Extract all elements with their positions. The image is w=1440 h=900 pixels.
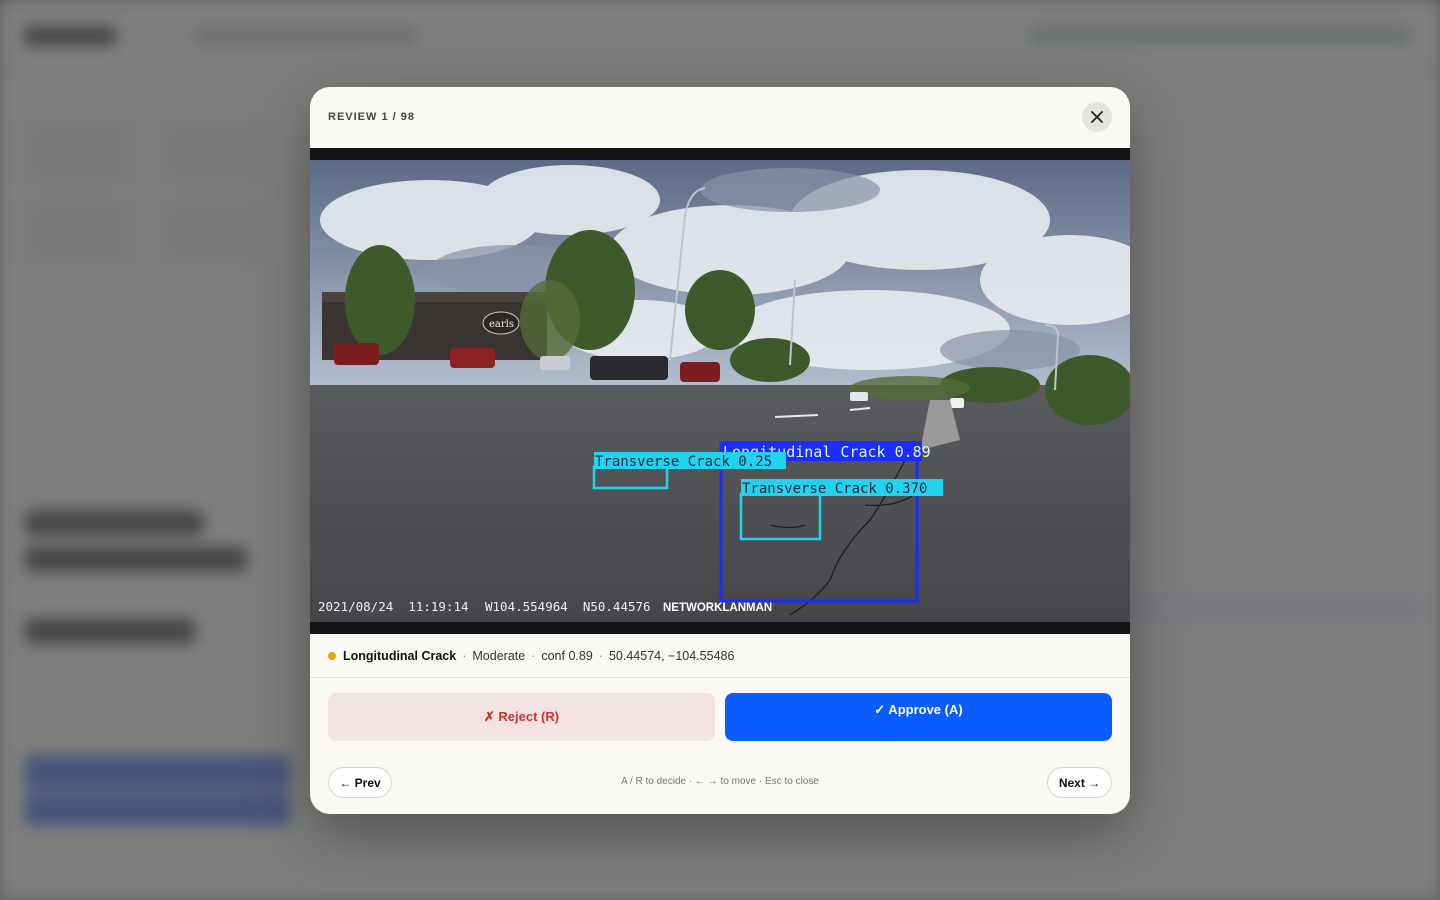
reject-button[interactable]: ✗ Reject (R) [328,693,715,741]
defect-type: Longitudinal Crack [343,648,457,663]
sign-text: earls [489,319,514,330]
image-viewer: earls Longitudinal Crack 0.89 Transverse… [310,148,1130,634]
keyboard-hint: A / R to decide · ← → to move · Esc to c… [621,776,819,787]
detection-meta: Longitudinal Crack · Moderate · conf 0.8… [310,634,1130,678]
detection-label-transverse-2: Transverse Crack 0.370 [742,481,927,497]
separator: · [531,648,536,663]
dashcam-frame: earls Longitudinal Crack 0.89 Transverse… [310,160,1130,622]
next-button[interactable]: Next → [1047,767,1112,798]
review-modal: REVIEW 1 / 98 earls Longitudinal Crack 0… [310,87,1130,814]
modal-header: REVIEW 1 / 98 [310,87,1130,148]
close-icon [1091,111,1103,123]
review-counter: REVIEW 1 / 98 [328,111,415,123]
detection-label-transverse-1: Transverse Crack 0.25 [595,454,772,470]
close-button[interactable] [1082,102,1112,132]
separator: · [462,648,467,663]
frame-gps: W104.554964 N50.44576 [485,599,651,614]
frame-timestamp: 2021/08/24 11:19:14 [318,599,469,614]
confidence-value: conf 0.89 [541,648,593,663]
separator: · [598,648,603,663]
severity-dot [328,651,336,660]
severity-label: Moderate [472,648,526,663]
coordinates: 50.44574, −104.55486 [608,648,735,663]
approve-button[interactable]: ✓ Approve (A) [725,693,1112,741]
frame-watermark: NETWORKLANMAN [663,602,772,614]
